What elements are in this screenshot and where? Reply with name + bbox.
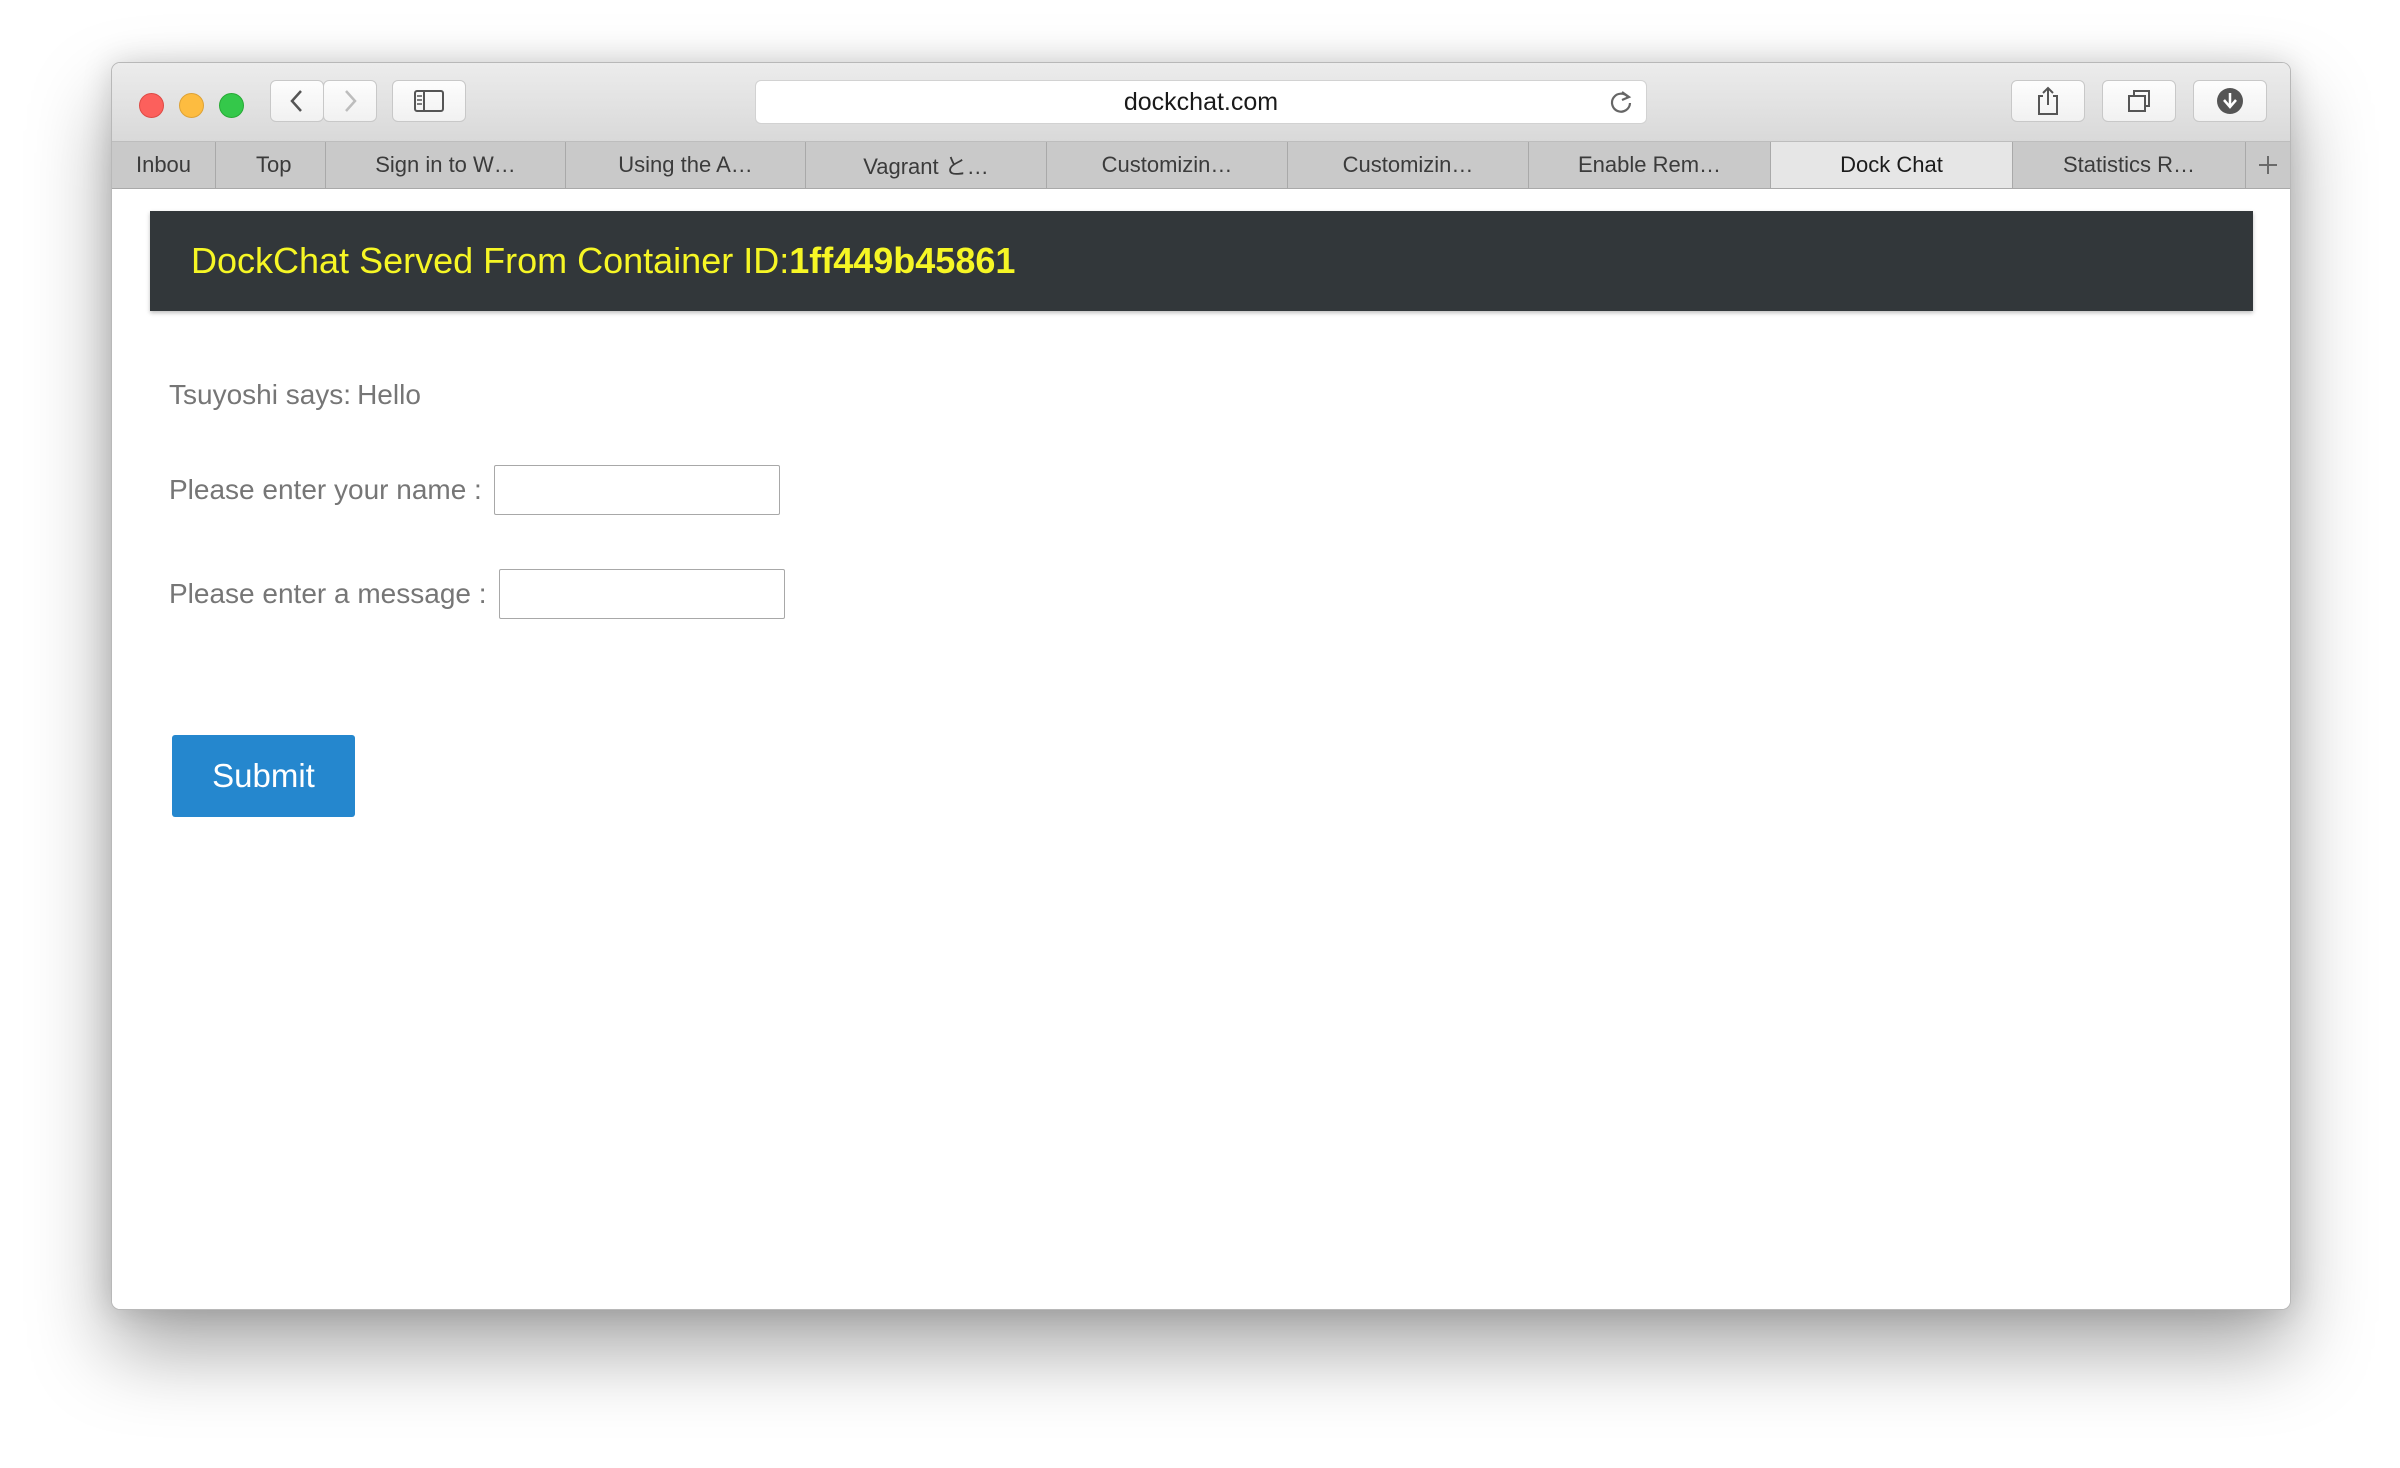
tab-statistics[interactable]: Statistics R… — [2013, 142, 2246, 188]
reload-icon[interactable] — [1608, 89, 1634, 115]
tab-label: Statistics R… — [2062, 152, 2196, 177]
tab-vagrant[interactable]: Vagrant と… — [806, 142, 1047, 188]
share-icon — [2038, 86, 2058, 115]
browser-window: dockchat.com Inbou Top Sign in to W… Usi… — [111, 62, 2291, 1310]
name-label: Please enter your name : — [169, 474, 482, 505]
address-bar[interactable]: dockchat.com — [755, 80, 1647, 124]
tab-using-the[interactable]: Using the A… — [566, 142, 806, 188]
tab-customizing-1[interactable]: Customizin… — [1047, 142, 1288, 188]
chevron-left-icon — [290, 90, 302, 112]
tab-label: Using the A… — [618, 152, 753, 177]
name-input[interactable] — [493, 465, 780, 515]
message-input[interactable] — [498, 569, 785, 619]
close-window-button[interactable] — [139, 93, 164, 118]
tab-sign-in[interactable]: Sign in to W… — [326, 142, 566, 188]
message-label: Please enter a message : — [169, 578, 487, 609]
tab-bar: Inbou Top Sign in to W… Using the A… Vag… — [112, 142, 2290, 189]
zoom-window-button[interactable] — [219, 93, 244, 118]
forward-button[interactable] — [323, 80, 377, 122]
tab-overview-button[interactable] — [2102, 80, 2176, 122]
message-verb: says: — [285, 379, 352, 410]
tab-enable-remote[interactable]: Enable Rem… — [1529, 142, 1771, 188]
tab-label: Top — [256, 152, 292, 177]
downloads-button[interactable] — [2193, 80, 2267, 122]
minimize-window-button[interactable] — [179, 93, 204, 118]
submit-button[interactable]: Submit — [172, 735, 355, 817]
tab-top[interactable]: Top — [216, 142, 326, 188]
address-bar-url: dockchat.com — [1123, 87, 1279, 116]
download-icon — [2217, 88, 2243, 114]
tab-label: Customizin… — [1101, 152, 1233, 177]
message-text: Hello — [357, 379, 421, 410]
tab-dock-chat[interactable]: Dock Chat — [1771, 142, 2013, 188]
tab-overview-icon — [2128, 90, 2150, 112]
plus-icon — [2259, 156, 2277, 174]
message-row: Please enter a message : — [169, 569, 785, 619]
sidebar-toggle-button[interactable] — [392, 80, 466, 122]
new-tab-button[interactable] — [2246, 142, 2290, 188]
tab-customizing-2[interactable]: Customizin… — [1288, 142, 1529, 188]
chevron-right-icon — [345, 90, 357, 112]
back-button[interactable] — [270, 80, 324, 122]
page-header-banner: DockChat Served From Container ID: 1ff449… — [150, 211, 2253, 311]
tab-label: Dock Chat — [1840, 152, 1943, 177]
tab-label: Customizin… — [1342, 152, 1474, 177]
tab-label: Enable Rem… — [1577, 152, 1722, 177]
tab-label: Vagrant と… — [863, 154, 989, 179]
share-button[interactable] — [2011, 80, 2085, 122]
message-user: Tsuyoshi — [169, 379, 278, 410]
container-id: 1ff449b45861 — [789, 240, 1016, 281]
tab-label: Sign in to W… — [375, 152, 516, 177]
tab-inbox[interactable]: Inbou — [112, 142, 216, 188]
browser-toolbar: dockchat.com — [112, 63, 2290, 142]
banner-title: DockChat Served From Container ID: — [191, 240, 790, 281]
page-content: DockChat Served From Container ID: 1ff449… — [112, 189, 2290, 1309]
tab-label: Inbou — [135, 152, 192, 177]
chat-message: Tsuyoshi says: Hello — [169, 379, 421, 411]
name-row: Please enter your name : — [169, 465, 780, 515]
sidebar-icon — [414, 90, 444, 112]
